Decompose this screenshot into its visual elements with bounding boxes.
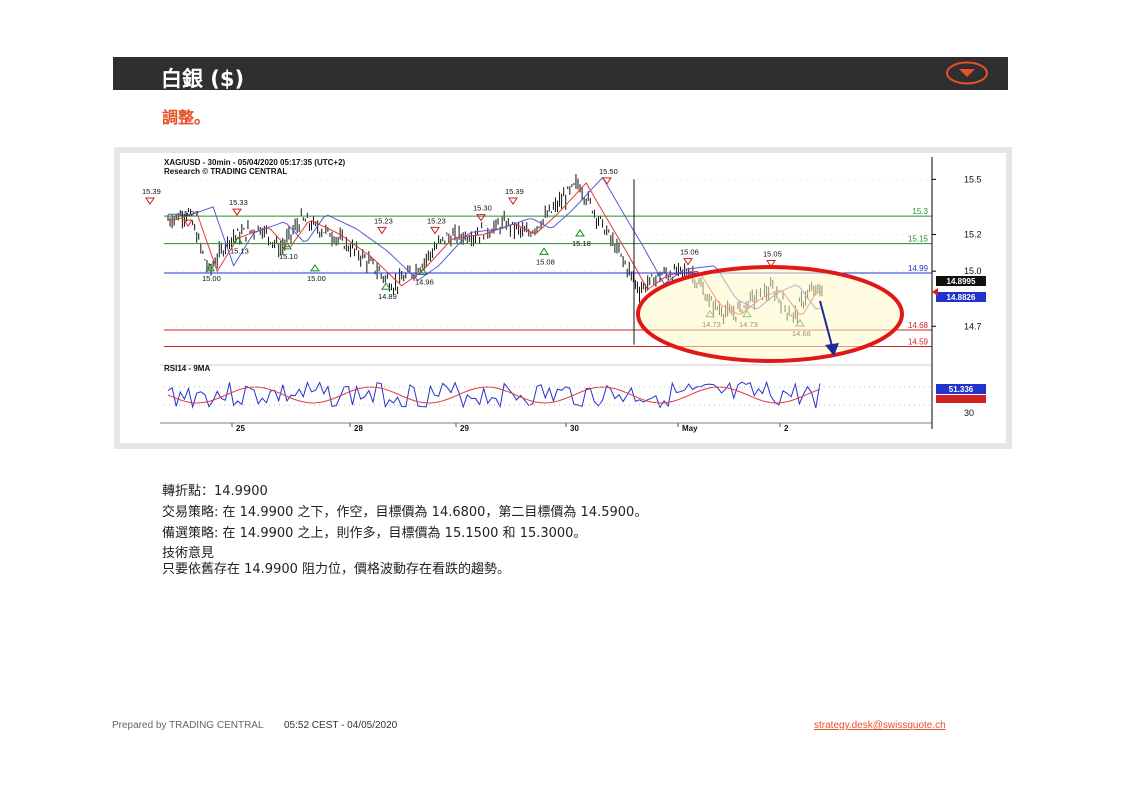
pivot-high-label: 15.39 [142,187,161,196]
pivot-high-label: 15.50 [599,167,618,176]
level-label: 15.3 [912,207,928,216]
price-box-label: 14.8826 [947,293,976,302]
rsi-label: RSI14 - 9MA [164,364,210,373]
footer-prepared: Prepared by TRADING CENTRAL [112,720,264,731]
level-label: 15.15 [908,235,929,244]
pivot-low-label: 15.10 [279,252,298,261]
current-price-pointer [932,288,938,296]
comment-text: 只要依舊存在 14.9900 阻力位，價格波動存在看跌的趨勢。 [162,562,511,577]
pivot-low-label: 15.08 [536,257,555,266]
y-tick-label: 15.5 [964,174,982,184]
rsi-ma-line [167,386,821,404]
pivot-high-marker [430,226,440,235]
pivot-low-label: 15.18 [572,239,591,248]
pivot-high-label: 15.23 [427,216,446,225]
price-chart: 15.315.1514.9914.6814.59 15.515.215.014.… [142,157,986,433]
rsi-ma-box [936,395,986,403]
pivot-low-label: 15.13 [230,246,249,255]
strategy-text: 交易策略: 在 14.9900 之下，作空，目標價為 14.6800，第二目標價… [162,505,648,520]
chart-panel: 15.3 15.15 14.99 14.68 14.59 15.5 15.2 15.0 14.… [120,153,1006,443]
rsi-box-label: 51.336 [949,385,974,394]
level-label: 14.99 [908,264,929,273]
pivot-high-marker [183,219,193,227]
pivot-high-marker [145,197,155,205]
pivot-high-marker [377,226,387,235]
y-tick-label: 14.7 [964,321,982,331]
chart-subtitle: Research © TRADING CENTRAL [164,167,287,176]
pivot-high-label: 15.06 [680,248,699,257]
pivot-high-marker [683,258,693,266]
x-tick-label: 29 [460,424,469,433]
x-tick-label: 30 [570,424,579,433]
pivot-high-label: 15.39 [505,187,524,196]
pivot-low-label: 15.00 [202,274,221,283]
rsi-tick-label: 30 [964,408,974,418]
pivot-low-marker [310,263,320,272]
x-tick-label: 2 [784,424,789,433]
pivot-high-label: 15.05 [763,249,782,258]
pivot-text: 轉折點：14.9900 [162,484,268,499]
rsi-layer: 30 51.336 [164,380,986,418]
price-box-label: 14.8995 [947,277,976,286]
x-tick-label: 28 [354,424,363,433]
x-tick-label: 25 [236,424,245,433]
chart-frame: 15.3 15.15 14.99 14.68 14.59 15.5 15.2 15.0 14.… [114,147,1012,449]
header-bar: 白銀 ($) [113,57,1008,91]
pivot-low-label: 15.00 [307,274,326,283]
pivot-high-label: 15.23 [374,216,393,225]
highlight-ellipse [636,265,904,363]
rsi-line [167,380,821,409]
level-label: 14.68 [908,321,929,330]
footer-timestamp: 05:52 CEST - 04/05/2020 [284,720,398,731]
x-tick-label: May [682,424,698,433]
pivot-high-marker [232,208,242,216]
pivot-low-label: 14.89 [378,292,397,301]
pivot-high-marker [508,197,518,205]
pivot-high-label: 15.30 [473,204,492,213]
alt-strategy-text: 備選策略: 在 14.9900 之上，則作多，目標價為 15.1500 和 15… [162,526,587,541]
pivot-low-marker [539,247,549,255]
pivot-high-label: 15.27 [180,209,199,218]
chevron-down-icon[interactable] [946,61,988,85]
y-tick-label: 15.2 [964,229,982,239]
level-label: 14.59 [908,337,929,346]
pivot-low-marker [575,229,585,237]
pivot-high-label: 15.33 [229,198,248,207]
y-tick-label: 15.0 [964,266,982,276]
pivot-low-label: 14.96 [415,278,434,287]
pivot-low-marker [381,282,391,290]
pivot-high-marker [476,214,486,222]
chart-title: XAG/USD - 30min - 05/04/2020 05:17:35 (U… [164,158,346,167]
page-title: 白銀 ($) [161,67,245,91]
page-subtitle: 調整。 [162,108,211,127]
footer-email-link[interactable]: strategy.desk@swissquote.ch [814,720,946,731]
